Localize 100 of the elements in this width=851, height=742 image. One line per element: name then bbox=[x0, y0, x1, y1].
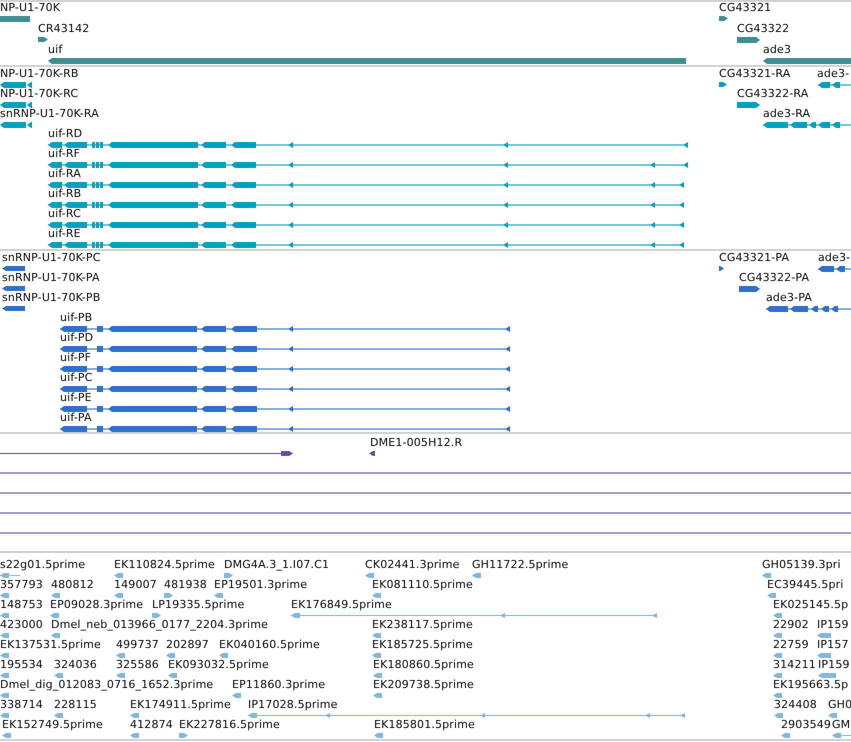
transcript-drawing bbox=[832, 733, 851, 738]
feature-bar bbox=[179, 733, 188, 738]
feature-bar bbox=[152, 613, 161, 618]
feature-label: EK152749.5prime bbox=[2, 719, 103, 731]
feature-bar bbox=[51, 633, 60, 638]
feature-bar bbox=[232, 693, 241, 698]
feature-bar bbox=[2, 733, 11, 738]
feature-bar bbox=[219, 653, 228, 658]
feature-label: GM bbox=[832, 719, 850, 731]
feature-bar bbox=[0, 713, 9, 718]
feature-label: uif-RD bbox=[48, 128, 82, 140]
feature-label: 412874 bbox=[130, 719, 173, 731]
feature-label: uif-PE bbox=[60, 392, 92, 404]
feature-label: 480812 bbox=[51, 579, 94, 591]
feature-label: 2903549 bbox=[781, 719, 832, 731]
feature-bar bbox=[719, 82, 727, 87]
feature-bar bbox=[739, 286, 760, 292]
feature-bar bbox=[38, 37, 48, 42]
feature-bar bbox=[373, 673, 382, 678]
feature-bar bbox=[737, 102, 760, 108]
feature-bar bbox=[773, 633, 782, 638]
feature-label: Dmel_dig_012083_0716_1652.3prime bbox=[0, 679, 214, 691]
feature-label: uif-PD bbox=[60, 332, 94, 344]
feature-label: EK093032.5prime bbox=[168, 659, 269, 671]
feature-label: 195534 bbox=[0, 659, 43, 671]
feature-label: EK081110.5prime bbox=[372, 579, 473, 591]
feature-bar bbox=[0, 633, 9, 638]
feature-label: snRNP-U1-70K-PA bbox=[2, 272, 100, 284]
feature-label: EP11860.3prime bbox=[232, 679, 326, 691]
feature-label: CK02441.3prime bbox=[365, 559, 460, 571]
feature-bar bbox=[214, 593, 223, 598]
feature-bar bbox=[373, 693, 382, 698]
feature-label: 499737 bbox=[116, 639, 159, 651]
feature-label: EK025145.5p bbox=[773, 599, 848, 611]
feature-label: uif-PA bbox=[60, 412, 92, 424]
feature-bar bbox=[224, 573, 233, 578]
feature-bar bbox=[0, 653, 9, 658]
transcript-drawing bbox=[818, 266, 851, 272]
feature-bar bbox=[365, 573, 374, 578]
feature-label: EC39445.5pri bbox=[767, 579, 844, 591]
feature-label: CR43142 bbox=[38, 23, 90, 35]
feature-bar bbox=[166, 653, 175, 658]
transcript-drawing bbox=[0, 122, 32, 128]
feature-label: EK180860.5prime bbox=[373, 659, 474, 671]
feature-label: ade3- bbox=[818, 252, 850, 264]
feature-bar bbox=[50, 613, 59, 618]
feature-bar bbox=[773, 673, 782, 678]
feature-label: 338714 bbox=[0, 699, 43, 711]
feature-bar bbox=[51, 593, 60, 598]
feature-bar bbox=[817, 653, 831, 658]
feature-label: Dmel_neb_013966_0177_2204.3prime bbox=[51, 619, 268, 631]
feature-label: ade3 bbox=[763, 44, 792, 56]
feature-label: s22g01.5prime bbox=[0, 559, 86, 571]
feature-label: LP19335.5prime bbox=[152, 599, 244, 611]
feature-label: EK110824.5prime bbox=[114, 559, 215, 571]
feature-bar bbox=[116, 673, 125, 678]
transcript-drawing bbox=[0, 102, 32, 108]
feature-label: 22759 bbox=[773, 639, 809, 651]
feature-bar bbox=[767, 593, 776, 598]
feature-label: EK176849.5prime bbox=[291, 599, 392, 611]
feature-bar bbox=[0, 693, 9, 698]
feature-label: 202897 bbox=[166, 639, 209, 651]
feature-label: ade3-RA bbox=[763, 108, 810, 120]
transcript-drawing bbox=[0, 82, 32, 88]
feature-bar bbox=[116, 653, 125, 658]
feature-bar bbox=[2, 266, 25, 271]
feature-label: CG43321-RA bbox=[719, 68, 790, 80]
feature-label: 325586 bbox=[116, 659, 159, 671]
feature-label: 481938 bbox=[164, 579, 207, 591]
feature-bar bbox=[114, 593, 123, 598]
feature-bar bbox=[130, 713, 139, 718]
feature-label: EK185725.5prime bbox=[372, 639, 473, 651]
feature-label: DMG4A.3_1.I07.C1 bbox=[224, 559, 330, 571]
feature-label: 149007 bbox=[114, 579, 157, 591]
feature-label: 314211 bbox=[773, 659, 816, 671]
feature-bar bbox=[773, 653, 782, 658]
feature-label: NP-U1-70K-RB bbox=[0, 68, 79, 80]
feature-bar bbox=[130, 733, 139, 738]
feature-bar bbox=[817, 633, 831, 638]
feature-label: 22902 bbox=[773, 619, 809, 631]
feature-bar bbox=[0, 16, 30, 22]
feature-label: uif-RE bbox=[48, 228, 81, 240]
feature-bar bbox=[54, 713, 63, 718]
feature-label: EK209738.5prime bbox=[373, 679, 474, 691]
feature-label: EP09028.3prime bbox=[50, 599, 144, 611]
feature-bar bbox=[372, 633, 381, 638]
feature-bar bbox=[2, 286, 25, 291]
feature-bar bbox=[114, 573, 123, 578]
feature-bar bbox=[0, 613, 9, 618]
feature-label: CG43321 bbox=[719, 2, 772, 14]
feature-label: 148753 bbox=[0, 599, 43, 611]
feature-label: EK185801.5prime bbox=[374, 719, 475, 731]
feature-label: CG43322-PA bbox=[739, 272, 810, 284]
feature-label: 324408 bbox=[774, 699, 817, 711]
feature-label: uif-RA bbox=[48, 168, 81, 180]
feature-label: snRNP-U1-70K-RA bbox=[0, 108, 99, 120]
feature-bar bbox=[773, 693, 782, 698]
feature-label: 228115 bbox=[54, 699, 97, 711]
feature-bar bbox=[372, 593, 381, 598]
feature-label: uif-RC bbox=[48, 208, 81, 220]
